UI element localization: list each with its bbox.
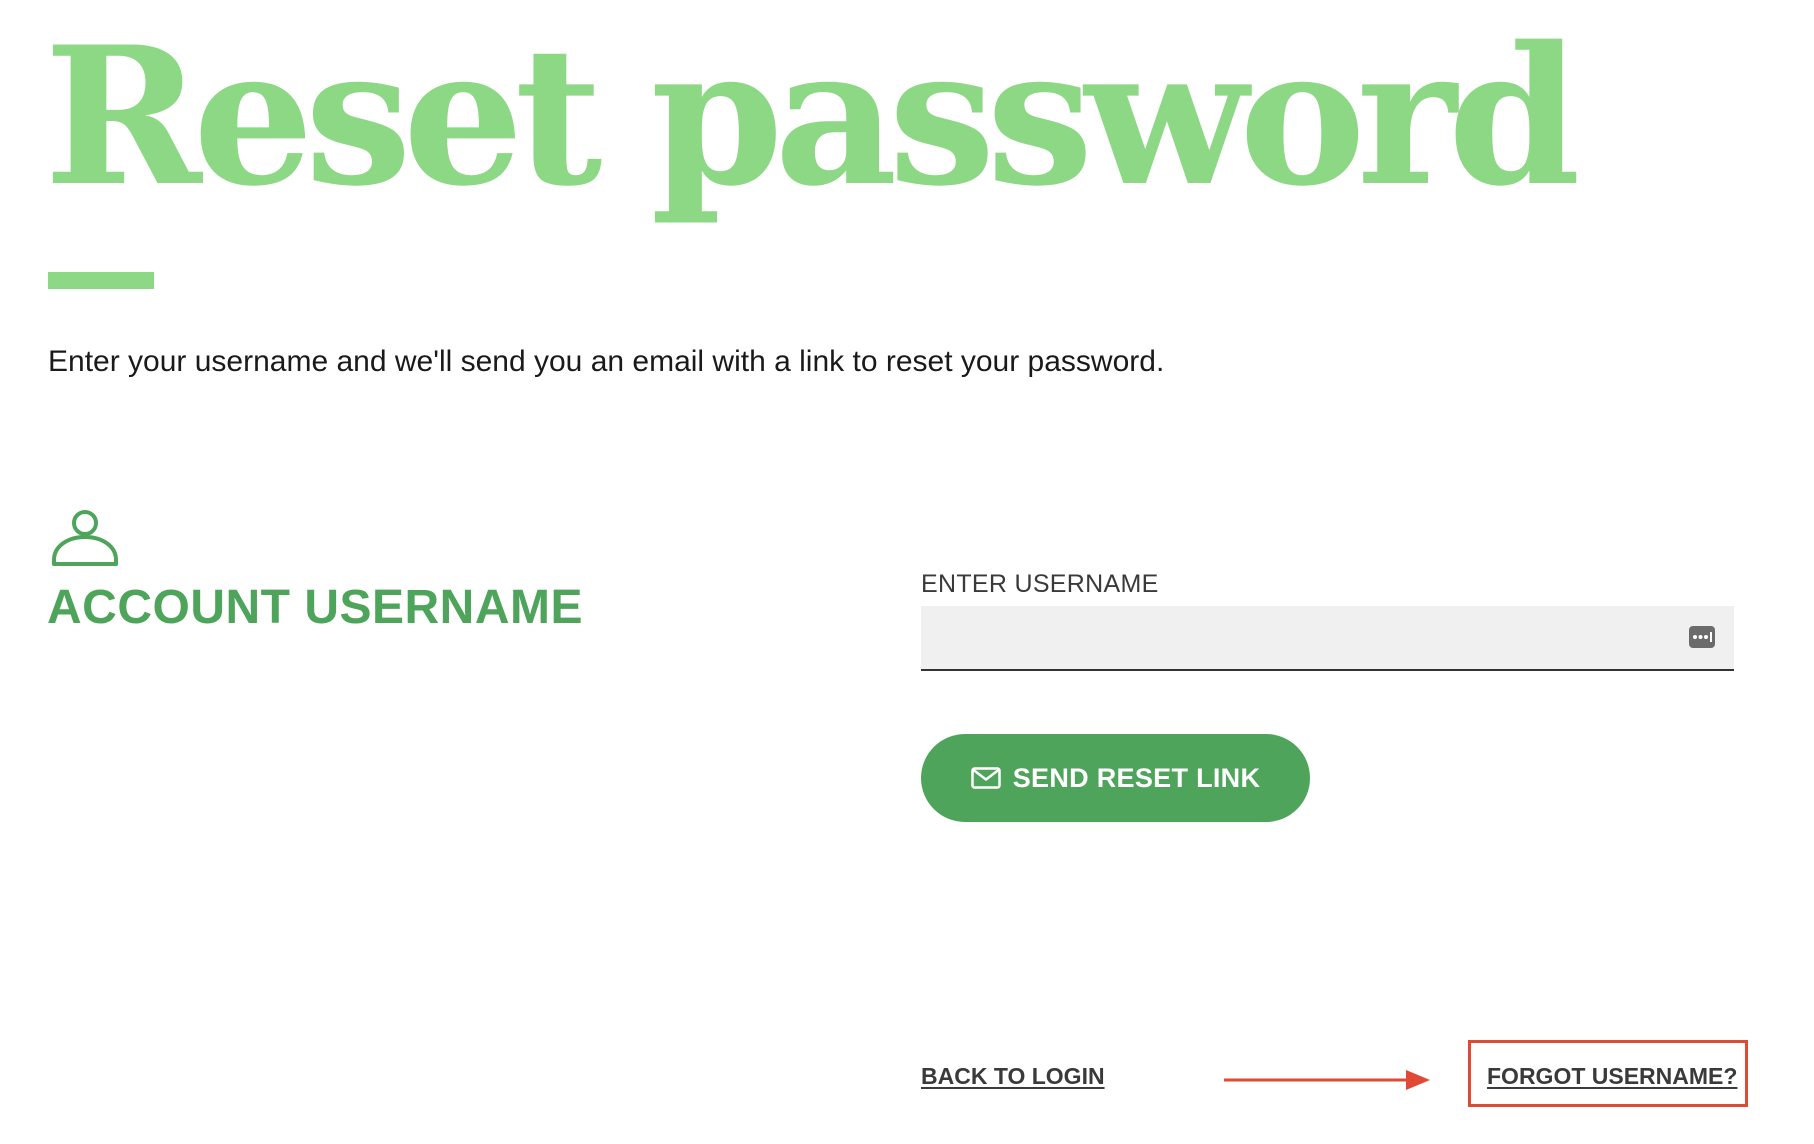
title-underline xyxy=(48,272,154,289)
username-field xyxy=(921,606,1734,671)
username-input[interactable] xyxy=(921,606,1734,669)
password-key-icon[interactable] xyxy=(1688,623,1716,651)
person-icon xyxy=(52,510,118,566)
forgot-username-link[interactable]: FORGOT USERNAME? xyxy=(1487,1063,1737,1090)
page-title: Reset password xyxy=(44,5,1581,228)
annotation-arrow xyxy=(1224,1070,1430,1090)
mail-icon xyxy=(970,767,1001,789)
account-username-heading: ACCOUNT USERNAME xyxy=(47,581,583,634)
username-label: ENTER USERNAME xyxy=(921,570,1159,598)
send-reset-link-button[interactable]: SEND RESET LINK xyxy=(921,734,1310,822)
intro-text: Enter your username and we'll send you a… xyxy=(48,345,1165,378)
back-to-login-link[interactable]: BACK TO LOGIN xyxy=(921,1063,1105,1090)
send-reset-link-label: SEND RESET LINK xyxy=(1012,762,1261,793)
